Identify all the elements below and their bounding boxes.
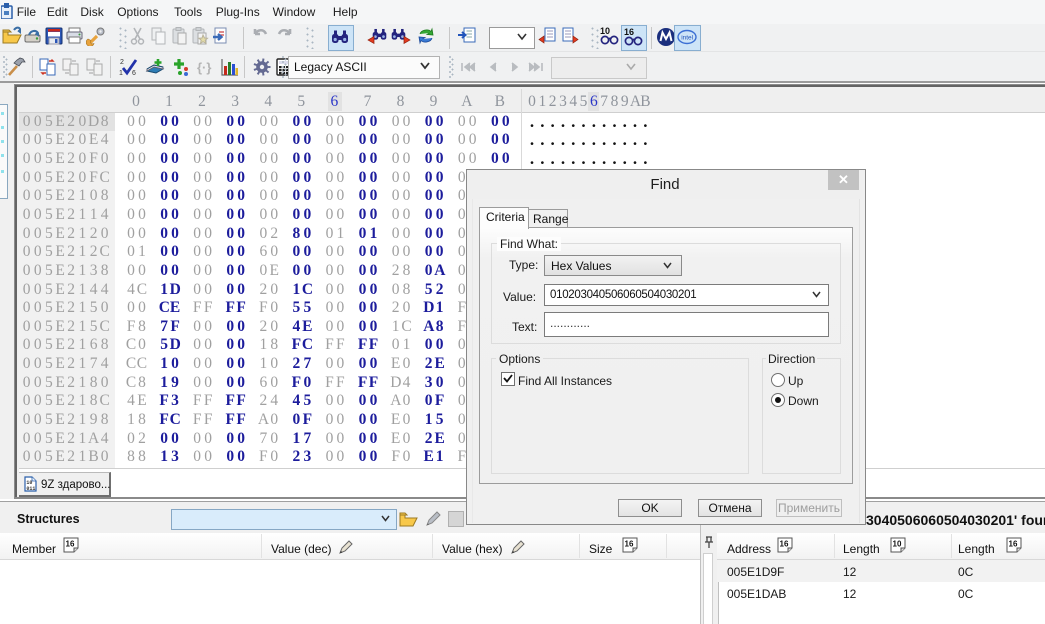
svg-text:16: 16 bbox=[624, 27, 634, 37]
svg-text:{·}: {·} bbox=[197, 60, 211, 75]
svg-text:16: 16 bbox=[625, 540, 634, 549]
svg-text:10: 10 bbox=[893, 540, 902, 549]
svg-text:1: 1 bbox=[119, 70, 123, 77]
svg-text:6: 6 bbox=[132, 70, 136, 77]
svg-text:16: 16 bbox=[66, 540, 75, 549]
svg-text:intel: intel bbox=[681, 35, 693, 42]
svg-text:10: 10 bbox=[600, 26, 610, 36]
svg-text:16: 16 bbox=[1009, 540, 1018, 549]
svg-text:011: 011 bbox=[26, 486, 35, 492]
svg-text:16: 16 bbox=[780, 540, 789, 549]
svg-text:2: 2 bbox=[120, 59, 124, 66]
